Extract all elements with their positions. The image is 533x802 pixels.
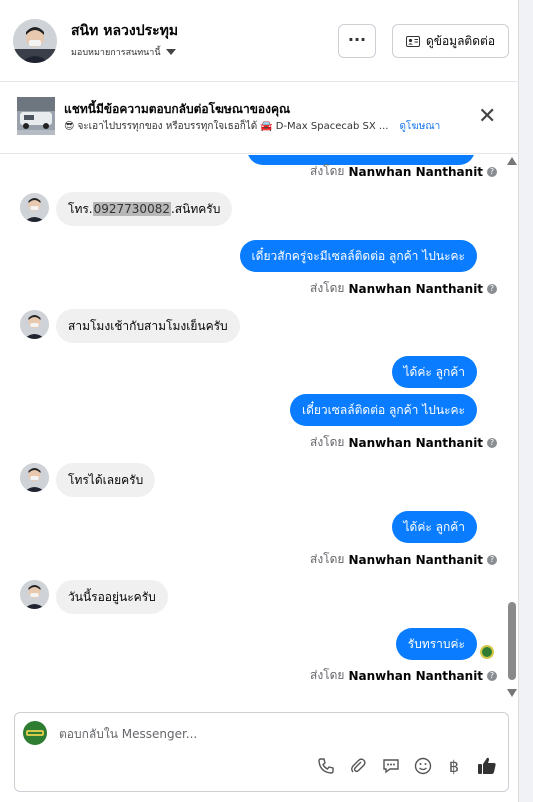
seen-avatar (480, 645, 494, 659)
car-emoji-icon: 🚘 (260, 121, 273, 132)
sent-by-line: ส่งโดย Nanwhan Nanthanit? (310, 433, 498, 452)
message-bubble-outgoing[interactable]: รับทราบค่ะ (395, 628, 477, 660)
help-icon: ? (487, 670, 498, 681)
sent-by-line: ส่งโดย Nanwhan Nanthanit? (310, 279, 498, 298)
help-icon: ? (487, 283, 498, 294)
close-icon[interactable]: ✕ (478, 106, 496, 128)
help-icon: ? (487, 166, 498, 177)
sent-by-line: ส่งโดย Nanwhan Nanthanit? (310, 162, 498, 181)
emoji-icon[interactable] (413, 756, 433, 776)
avatar[interactable] (20, 193, 49, 222)
message-bubble-outgoing[interactable]: เดี๋ยวสักครู่จะมีเซลล์ติดต่อ ลูกค้า ไปนะ… (239, 240, 477, 272)
scroll-up-arrow[interactable] (507, 157, 517, 165)
ad-banner-title: แชทนี้มีข้อความตอบกลับต่อโฆษณาของคุณ (64, 102, 291, 116)
view-ad-link[interactable]: ดูโฆษณา (399, 119, 440, 134)
customer-avatar[interactable] (13, 19, 57, 63)
ad-caption: จะเอาไปบรรทุกของ หรือบรรทุกใจเธอก็ได้ (77, 121, 258, 132)
scroll-down-arrow[interactable] (507, 689, 517, 697)
message-bubble-outgoing[interactable]: ได้ค่ะ ลูกค้า (391, 356, 477, 388)
message-list: ส่งโดย Nanwhan Nanthanit? โทร.0927730082.… (0, 155, 519, 705)
conversation-panel: สนิท หลวงประทุม มอบหมายการสนทนานี้ ··· ด… (0, 0, 519, 802)
conversation-header: สนิท หลวงประทุม มอบหมายการสนทนานี้ ··· ด… (0, 0, 519, 82)
page-avatar (23, 721, 47, 745)
customer-name: สนิท หลวงประทุม (71, 23, 179, 39)
view-contact-info-button[interactable]: ดูข้อมูลติดต่อ (392, 24, 509, 58)
help-icon: ? (487, 554, 498, 565)
message-bubble-incoming[interactable]: โทรได้เลยครับ (56, 463, 156, 497)
assign-label: มอบหมายการสนทนานี้ (71, 48, 161, 58)
thumbs-up-icon[interactable] (477, 756, 497, 776)
phone-number[interactable]: 0927730082 (92, 202, 171, 216)
assign-conversation-dropdown[interactable]: มอบหมายการสนทนานี้ (71, 45, 176, 59)
ad-banner-subtitle: 😎 จะเอาไปบรรทุกของ หรือบรรทุกใจเธอก็ได้ … (64, 119, 440, 134)
ad-vehicle: D-Max Spacecab SX ... (275, 121, 389, 132)
sent-by-line: ส่งโดย Nanwhan Nanthanit? (310, 666, 498, 685)
message-bubble-incoming[interactable]: วันนี้รออยู่นะครับ (56, 580, 168, 614)
message-bubble-incoming[interactable]: สามโมงเช้ากับสามโมงเย็นครับ (56, 309, 240, 343)
sunglasses-emoji-icon: 😎 (64, 121, 75, 132)
more-options-button[interactable]: ··· (338, 24, 376, 58)
avatar[interactable] (20, 463, 49, 492)
ad-thumbnail[interactable] (17, 97, 55, 139)
avatar[interactable] (20, 310, 49, 339)
message-bubble-outgoing[interactable]: เดี๋ยวเซลล์ติดต่อ ลูกค้า ไปนะคะ (290, 394, 477, 426)
sent-by-line: ส่งโดย Nanwhan Nanthanit? (310, 550, 498, 569)
contact-card-icon (405, 35, 420, 47)
reply-input[interactable] (59, 724, 479, 744)
help-icon: ? (487, 437, 498, 448)
scrollbar-thumb[interactable] (508, 602, 516, 680)
paperclip-icon[interactable] (348, 756, 368, 776)
message-bubble-outgoing[interactable]: ได้ค่ะ ลูกค้า (391, 511, 477, 543)
avatar[interactable] (20, 580, 49, 609)
caret-down-icon (165, 49, 176, 55)
phone-icon[interactable] (316, 756, 336, 776)
chat-bubble-icon[interactable] (381, 756, 401, 776)
message-bubble-incoming[interactable]: โทร.0927730082.สนิทครับ (56, 192, 233, 226)
view-contact-info-label: ดูข้อมูลติดต่อ (425, 33, 496, 48)
baht-icon[interactable]: ฿ (444, 756, 464, 776)
